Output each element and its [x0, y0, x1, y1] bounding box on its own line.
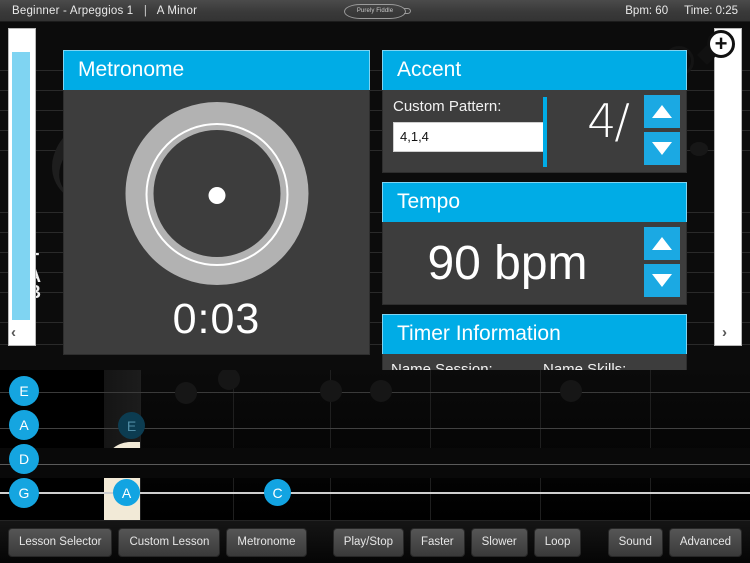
bpm-readout: Bpm: 60 [625, 4, 669, 17]
tempo-panel: Tempo 90 bpm [382, 182, 687, 308]
accent-divider [543, 96, 547, 167]
accent-panel-title: Accent [382, 50, 687, 90]
fretboard-note-e[interactable]: E [118, 412, 145, 439]
fretboard-note-c[interactable]: C [264, 479, 291, 506]
string-label-g[interactable]: G [9, 478, 39, 508]
accent-stepper [644, 94, 680, 165]
loop-button[interactable]: Loop [533, 527, 582, 557]
slower-button[interactable]: Slower [470, 527, 528, 557]
metronome-dial-center-dot [208, 186, 225, 204]
tempo-increase-button[interactable] [644, 226, 680, 260]
metronome-button[interactable]: Metronome [226, 527, 307, 557]
time-readout: Time: 0:25 [684, 4, 738, 17]
accent-panel: Accent Custom Pattern: 4,1,4 4/ [382, 50, 687, 176]
tempo-panel-title: Tempo [382, 182, 687, 222]
string-label-e[interactable]: E [9, 376, 39, 406]
lesson-key: A Minor [156, 4, 198, 17]
lesson-name: Beginner - Arpeggios 1 [12, 4, 134, 17]
advanced-button[interactable]: Advanced [668, 527, 743, 557]
metronome-panel-title: Metronome [63, 50, 370, 90]
app-logo: Purely Fiddle [337, 3, 413, 19]
accent-pattern-input[interactable]: 4,1,4 [393, 121, 545, 152]
string-label-a[interactable]: A [9, 410, 39, 440]
scroll-right-arrow-icon[interactable]: › [722, 325, 727, 340]
lesson-selector-button[interactable]: Lesson Selector [8, 527, 113, 557]
chevron-down-icon [652, 141, 672, 155]
accent-pattern-group: Custom Pattern: 4,1,4 [383, 90, 549, 172]
play-stop-button[interactable]: Play/Stop [332, 527, 405, 557]
accent-panel-body: Custom Pattern: 4,1,4 4/ [382, 89, 687, 173]
chevron-up-icon [652, 104, 672, 118]
chevron-down-icon [652, 273, 672, 287]
lesson-title: Beginner - Arpeggios 1 | A Minor [12, 5, 197, 17]
fretboard-note-a[interactable]: A [113, 479, 140, 506]
accent-decrease-button[interactable] [644, 131, 680, 165]
sound-button[interactable]: Sound [607, 527, 663, 557]
accent-time-signature: 4/ [587, 93, 630, 148]
accent-pattern-label: Custom Pattern: [393, 97, 502, 115]
timer-information-panel-title: Timer Information [382, 314, 687, 354]
score-scroll-left-thumb[interactable] [12, 52, 30, 320]
fretboard[interactable]: E A C [0, 370, 750, 520]
zoom-in-icon[interactable]: + [707, 30, 735, 58]
score-scroll-right[interactable] [714, 28, 742, 346]
accent-increase-button[interactable] [644, 94, 680, 128]
tempo-decrease-button[interactable] [644, 263, 680, 297]
logo-text: Purely Fiddle [344, 3, 406, 19]
custom-lesson-button[interactable]: Custom Lesson [118, 527, 221, 557]
title-separator: | [143, 4, 147, 17]
bottom-toolbar: Lesson Selector Custom Lesson Metronome … [0, 520, 750, 563]
top-bar: Beginner - Arpeggios 1 | A Minor Purely … [0, 0, 750, 22]
metronome-elapsed-time: 0:03 [172, 294, 261, 343]
app-root: Beginner - Arpeggios 1 | A Minor Purely … [0, 0, 750, 563]
tempo-stepper [644, 226, 680, 297]
logo-scroll-icon [404, 8, 411, 14]
top-bar-status: Bpm: 60 Time: 0:25 [625, 5, 738, 17]
faster-button[interactable]: Faster [410, 527, 465, 557]
metronome-panel-body: 0:03 [63, 89, 370, 355]
string-label-d[interactable]: D [9, 444, 39, 474]
tempo-value: 90 bpm [427, 236, 588, 290]
scroll-left-arrow-icon[interactable]: ‹ [11, 325, 16, 340]
metronome-panel: Metronome 0:03 [63, 50, 370, 358]
tempo-panel-body: 90 bpm [382, 221, 687, 305]
chevron-up-icon [652, 236, 672, 250]
